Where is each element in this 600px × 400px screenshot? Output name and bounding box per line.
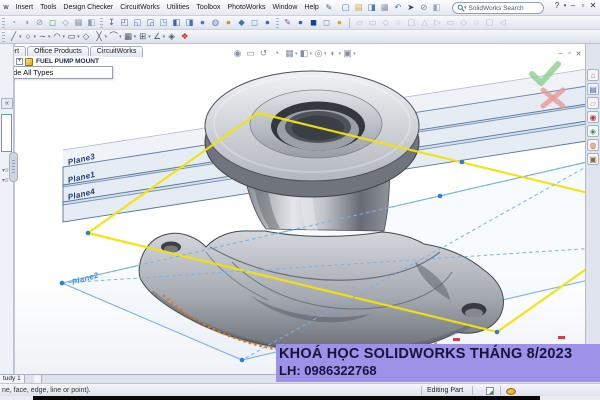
hide-show-icon-caret[interactable]: ▾	[324, 51, 327, 57]
view-orientation-icon[interactable]: ▦	[284, 48, 295, 59]
doc-restore-button[interactable]: ▫	[565, 50, 574, 58]
status-message: ne, face, edge, line or point).	[2, 387, 91, 394]
resources-coin-icon[interactable]	[506, 388, 516, 395]
drawings-icon[interactable]: ◈	[587, 125, 599, 137]
task-pane: ⌂ ▤ ▱ ◉ ◈ ◍ ▣	[585, 44, 600, 374]
hide-show-icon[interactable]: ◎	[313, 48, 324, 59]
mini-list-icon-1[interactable]: ▾≡	[2, 168, 9, 174]
tree-expander-icon[interactable]: +	[16, 58, 23, 65]
letterbox-strip	[33, 396, 540, 400]
motion-study-tab[interactable]: tudy 1	[0, 375, 25, 383]
quick-tips-icon[interactable]	[486, 387, 494, 395]
part-icon	[25, 57, 33, 66]
toolbox-icon[interactable]: ◉	[587, 111, 599, 123]
mini-list-icon-2[interactable]: ▾≡	[2, 178, 9, 184]
zoom-area-icon[interactable]: ▭	[245, 48, 256, 59]
appearance-icon-caret[interactable]: ▾	[339, 51, 342, 57]
doc-close-button[interactable]: ✕	[574, 50, 583, 58]
zoom-to-fit-icon[interactable]: ◉	[232, 48, 243, 59]
part-name-label[interactable]: FUEL PUMP MOUNT	[36, 58, 99, 65]
appearances-icon[interactable]: ◍	[587, 139, 599, 151]
tab-stub[interactable]	[34, 375, 42, 383]
headsup-view-toolbar: ◉ ▭ ↺ ◔ ▦ ▾ ◧ ▾ ◎ ▾ ◐ ▾ ▣ ▾	[231, 48, 356, 59]
custom-props-icon[interactable]: ▣	[587, 153, 599, 165]
doc-minimize-button[interactable]: ‒	[556, 50, 565, 58]
panel-splitter-handle[interactable]	[9, 152, 18, 182]
editing-mode-label: Editing Part	[427, 387, 464, 394]
display-style-icon-caret[interactable]: ▾	[310, 51, 313, 57]
section-view-icon[interactable]: ◔	[271, 48, 282, 59]
banner-phone: LH: 0986322768	[279, 363, 377, 378]
previous-view-icon[interactable]: ↺	[258, 48, 269, 59]
solidworks-window: w Insert Tools Design Checker CircuitWorks Ut…	[0, 0, 600, 400]
sketch-point-marker	[558, 336, 565, 339]
design-library-icon[interactable]: ▤	[587, 83, 599, 95]
hide-all-types-menu-item[interactable]: Hide All Types	[0, 66, 113, 79]
file-explorer-icon[interactable]: ▱	[587, 97, 599, 109]
sketch-point-marker	[453, 338, 460, 341]
resources-home-icon[interactable]: ⌂	[587, 69, 599, 81]
promo-banner: KHOÁ HỌC SOLIDWORKS THÁNG 8/2023 LH: 098…	[276, 344, 600, 382]
view-orientation-icon-caret[interactable]: ▾	[295, 51, 298, 57]
selection-box[interactable]	[1, 114, 12, 152]
property-manager-strip: « ▾≡ ▾≡	[0, 44, 14, 374]
scene-icon[interactable]: ▣	[342, 48, 353, 59]
scene-icon-caret[interactable]: ▾	[353, 51, 356, 57]
collapse-chevron-icon[interactable]: «	[1, 98, 13, 109]
banner-title: KHOÁ HỌC SOLIDWORKS THÁNG 8/2023	[279, 346, 573, 362]
display-style-icon[interactable]: ◧	[299, 48, 310, 59]
document-window-controls: ‒ ▫ ✕	[556, 50, 583, 58]
appearance-icon[interactable]: ◐	[328, 48, 339, 59]
status-bar: ne, face, edge, line or point). Editing …	[0, 383, 600, 396]
